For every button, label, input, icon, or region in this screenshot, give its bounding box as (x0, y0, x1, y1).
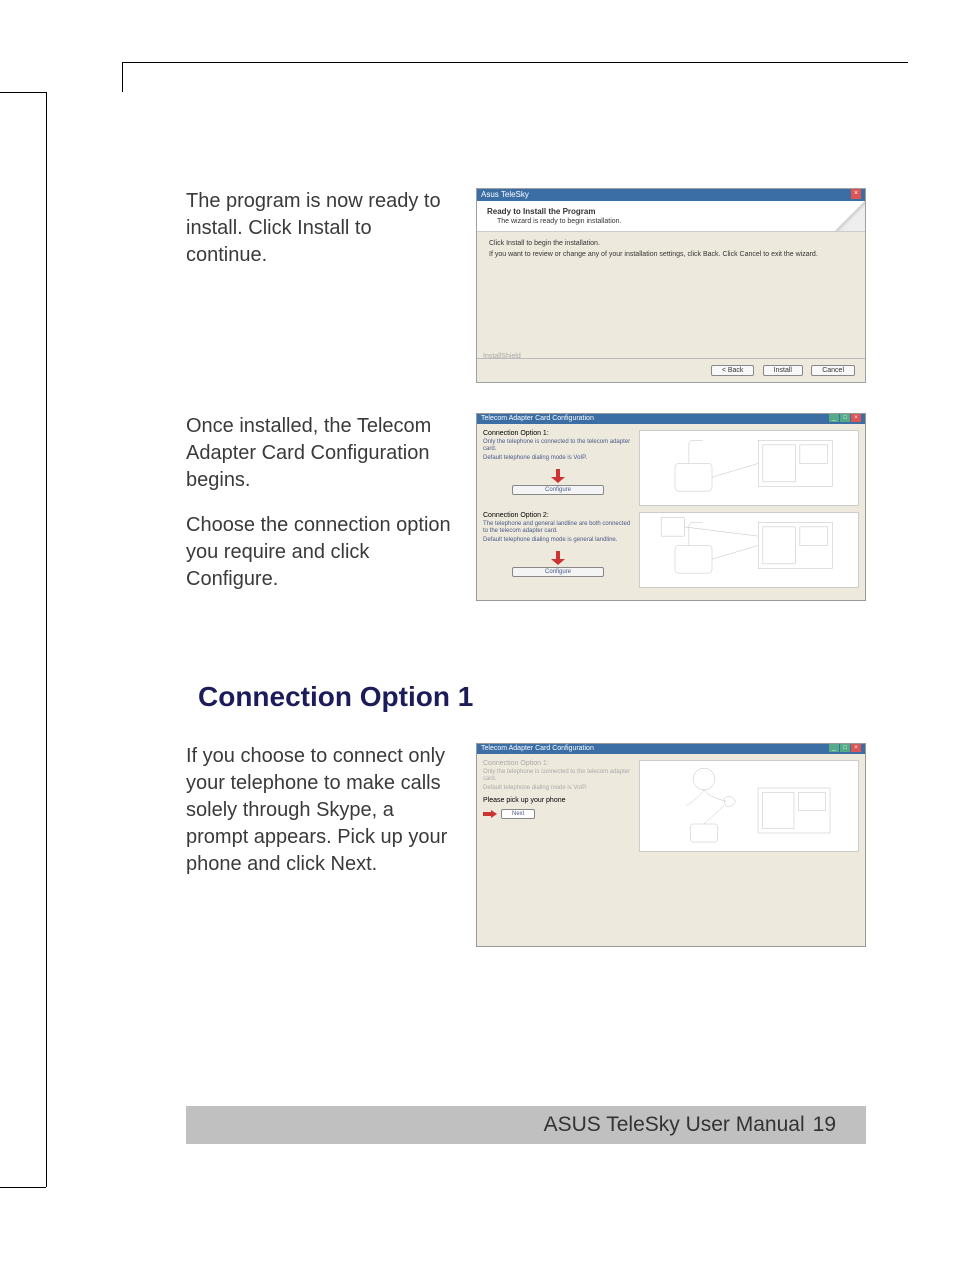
option-1-row: Connection Option 1: Only the telephone … (483, 430, 859, 506)
body-text: If you want to review or change any of y… (489, 251, 853, 258)
configure-button[interactable]: Configure (512, 567, 604, 577)
installer-body: Click Install to begin the installation.… (477, 232, 865, 358)
installer-heading: Ready to Install the Program (487, 207, 855, 216)
next-button[interactable]: Next (501, 809, 535, 819)
configure-button[interactable]: Configure (512, 485, 604, 495)
cancel-button[interactable]: Cancel (811, 365, 855, 376)
option-1-desc2: Default telephone dialing mode is VoIP. (483, 455, 633, 462)
installer-titlebar: Asus TeleSky × (477, 189, 865, 201)
minimize-icon[interactable]: _ (829, 414, 839, 422)
paragraph: If you choose to connect only your telep… (186, 743, 456, 878)
step-3-text: If you choose to connect only your telep… (186, 743, 456, 947)
body-text: Click Install to begin the installation. (489, 240, 853, 247)
option-2-title: Connection Option 2: (483, 512, 633, 519)
close-icon[interactable]: × (851, 744, 861, 752)
step-2-text: Once installed, the Telecom Adapter Card… (186, 413, 456, 611)
installer-header: Ready to Install the Program The wizard … (477, 201, 865, 232)
arrow-right-icon (483, 810, 497, 818)
close-icon[interactable]: × (851, 414, 861, 422)
page-footer: ASUS TeleSky User Manual 19 (186, 1106, 866, 1144)
option-2-diagram (639, 512, 859, 588)
installer-subheading: The wizard is ready to begin installatio… (497, 218, 855, 225)
dialog-title: Telecom Adapter Card Configuration (481, 744, 594, 754)
paragraph: Choose the connection option you require… (186, 512, 456, 593)
option-2-desc2: Default telephone dialing mode is genera… (483, 537, 633, 544)
minimize-icon[interactable]: _ (829, 744, 839, 752)
footer-label: ASUS TeleSky User Manual (544, 1113, 805, 1137)
option-1-row: Connection Option 1: Only the telephone … (483, 760, 859, 852)
page-number: 19 (813, 1113, 836, 1137)
page-curl-icon (835, 201, 865, 231)
option-2-desc: The telephone and general landline are b… (483, 521, 633, 535)
option-1-diagram (639, 430, 859, 506)
maximize-icon[interactable]: □ (840, 414, 850, 422)
arrow-down-icon (551, 551, 565, 565)
maximize-icon[interactable]: □ (840, 744, 850, 752)
step-2: Once installed, the Telecom Adapter Card… (186, 413, 866, 611)
dialog-title: Telecom Adapter Card Configuration (481, 414, 594, 424)
option-2-row: Connection Option 2: The telephone and g… (483, 512, 859, 588)
step-1: The program is now ready to install. Cli… (186, 188, 866, 383)
section-heading: Connection Option 1 (198, 681, 866, 713)
option-1-desc2: Default telephone dialing mode is VoIP. (483, 785, 633, 792)
paragraph: Once installed, the Telecom Adapter Card… (186, 413, 456, 494)
config-titlebar: Telecom Adapter Card Configuration _ □ × (477, 744, 865, 754)
arrow-down-icon (551, 469, 565, 483)
instruction-text: Please pick up your phone (483, 797, 633, 805)
config-titlebar: Telecom Adapter Card Configuration _ □ × (477, 414, 865, 424)
dialog-title: Asus TeleSky (481, 189, 529, 201)
step-1-text: The program is now ready to install. Cli… (186, 188, 456, 383)
config-dialog-option1: Telecom Adapter Card Configuration _ □ ×… (476, 743, 866, 947)
back-button[interactable]: < Back (711, 365, 755, 376)
brand-label: InstallShield (483, 353, 521, 360)
install-button[interactable]: Install (763, 365, 803, 376)
installer-dialog: Asus TeleSky × Ready to Install the Prog… (476, 188, 866, 383)
page-content: The program is now ready to install. Cli… (186, 188, 866, 977)
option-1-title: Connection Option 1: (483, 430, 633, 437)
close-icon[interactable]: × (851, 189, 861, 199)
paragraph: The program is now ready to install. Cli… (186, 188, 456, 269)
option-1-desc: Only the telephone is connected to the t… (483, 439, 633, 453)
config-dialog: Telecom Adapter Card Configuration _ □ ×… (476, 413, 866, 601)
option-1-title: Connection Option 1: (483, 760, 633, 767)
pickup-phone-diagram (639, 760, 859, 852)
option-1-desc: Only the telephone is connected to the t… (483, 769, 633, 783)
installer-footer: InstallShield < Back Install Cancel (477, 358, 865, 382)
step-3: If you choose to connect only your telep… (186, 743, 866, 947)
